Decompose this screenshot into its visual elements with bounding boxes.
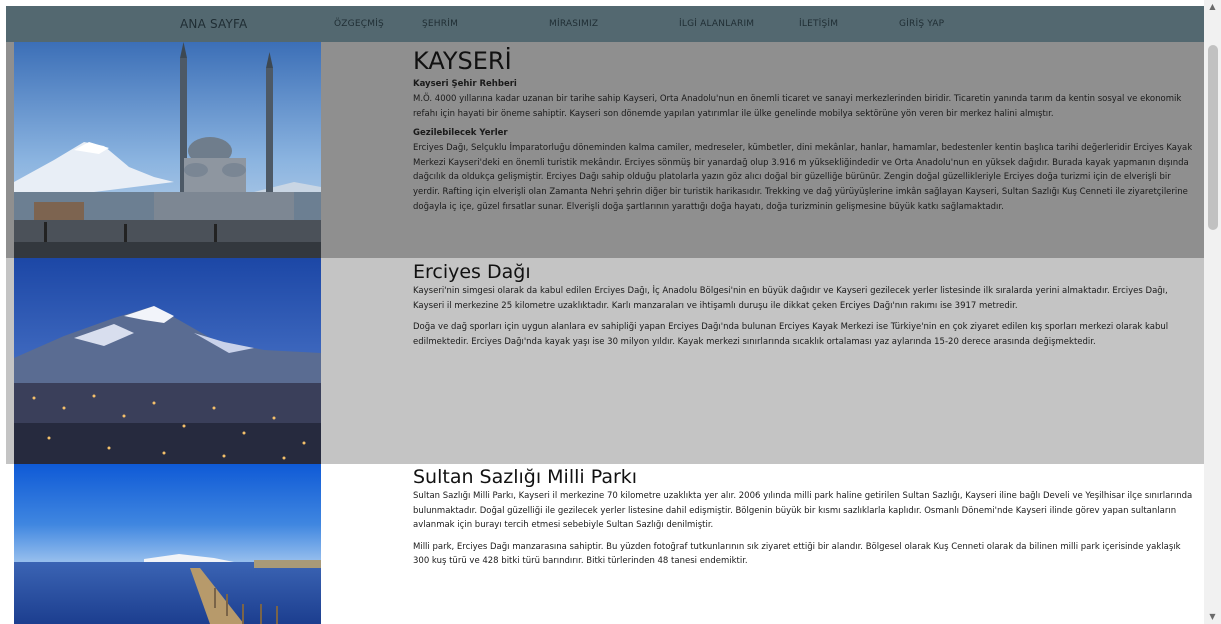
kayseri-places-text: Erciyes Dağı, Selçuklu İmparatorluğu dön… <box>413 143 1193 212</box>
vertical-scrollbar[interactable]: ▲ ▼ <box>1204 0 1221 624</box>
nav-mirasimiz-link[interactable]: MİRASIMIZ <box>549 6 598 42</box>
nav-ozgecmis-link[interactable]: ÖZGEÇMİŞ <box>334 6 384 42</box>
erciyes-title: Erciyes Dağı <box>413 261 531 283</box>
nav-ilgi-alanlarim-link[interactable]: İLGİ ALANLARIM <box>679 6 754 42</box>
nav-giris-yap-link[interactable]: GİRİŞ YAP <box>899 6 944 42</box>
nav-sehrim-link[interactable]: ŞEHRİM <box>422 6 458 42</box>
kayseri-content: KAYSERİ Kayseri Şehir Rehberi M.Ö. 4000 … <box>413 46 1198 220</box>
erciyes-content: Erciyes Dağı Kayseri'nin simgesi olarak … <box>413 260 1198 356</box>
kayseri-title: KAYSERİ <box>413 47 512 75</box>
sultan-sazligi-paragraph-2: Milli park, Erciyes Dağı manzarasına sah… <box>413 541 1181 567</box>
kayseri-places-heading: Gezilebilecek Yerler <box>413 128 508 139</box>
kayseri-section: KAYSERİ Kayseri Şehir Rehberi M.Ö. 4000 … <box>6 42 1204 258</box>
sultan-sazligi-paragraph-1: Sultan Sazlığı Milli Parkı, Kayseri il m… <box>413 491 1193 531</box>
erciyes-mountain-photo <box>14 258 321 464</box>
erciyes-paragraph-2: Doğa ve dağ sporları için uygun alanlara… <box>413 322 1169 347</box>
scroll-up-icon[interactable]: ▲ <box>1208 2 1217 12</box>
top-navbar: ANA SAYFA ÖZGEÇMİŞ ŞEHRİM MİRASIMIZ İLGİ… <box>6 6 1204 42</box>
sultan-sazligi-title: Sultan Sazlığı Milli Parkı <box>413 466 638 488</box>
nav-home-link[interactable]: ANA SAYFA <box>180 6 247 42</box>
scroll-thumb[interactable] <box>1208 45 1218 230</box>
sultan-sazligi-section: Sultan Sazlığı Milli Parkı Sultan Sazlığ… <box>6 464 1204 624</box>
sultan-sazligi-content: Sultan Sazlığı Milli Parkı Sultan Sazlığ… <box>413 465 1198 576</box>
kayseri-guide-heading: Kayseri Şehir Rehberi <box>413 79 517 89</box>
erciyes-paragraph-1: Kayseri'nin simgesi olarak da kabul edil… <box>413 286 1168 311</box>
kayseri-mosque-photo <box>14 42 321 258</box>
scroll-down-icon[interactable]: ▼ <box>1208 612 1217 622</box>
sultan-sazligi-lake-photo <box>14 464 321 624</box>
kayseri-guide-text: M.Ö. 4000 yıllarına kadar uzanan bir tar… <box>413 94 1182 119</box>
nav-iletisim-link[interactable]: İLETİŞİM <box>799 6 838 42</box>
erciyes-section: Erciyes Dağı Kayseri'nin simgesi olarak … <box>6 258 1204 464</box>
